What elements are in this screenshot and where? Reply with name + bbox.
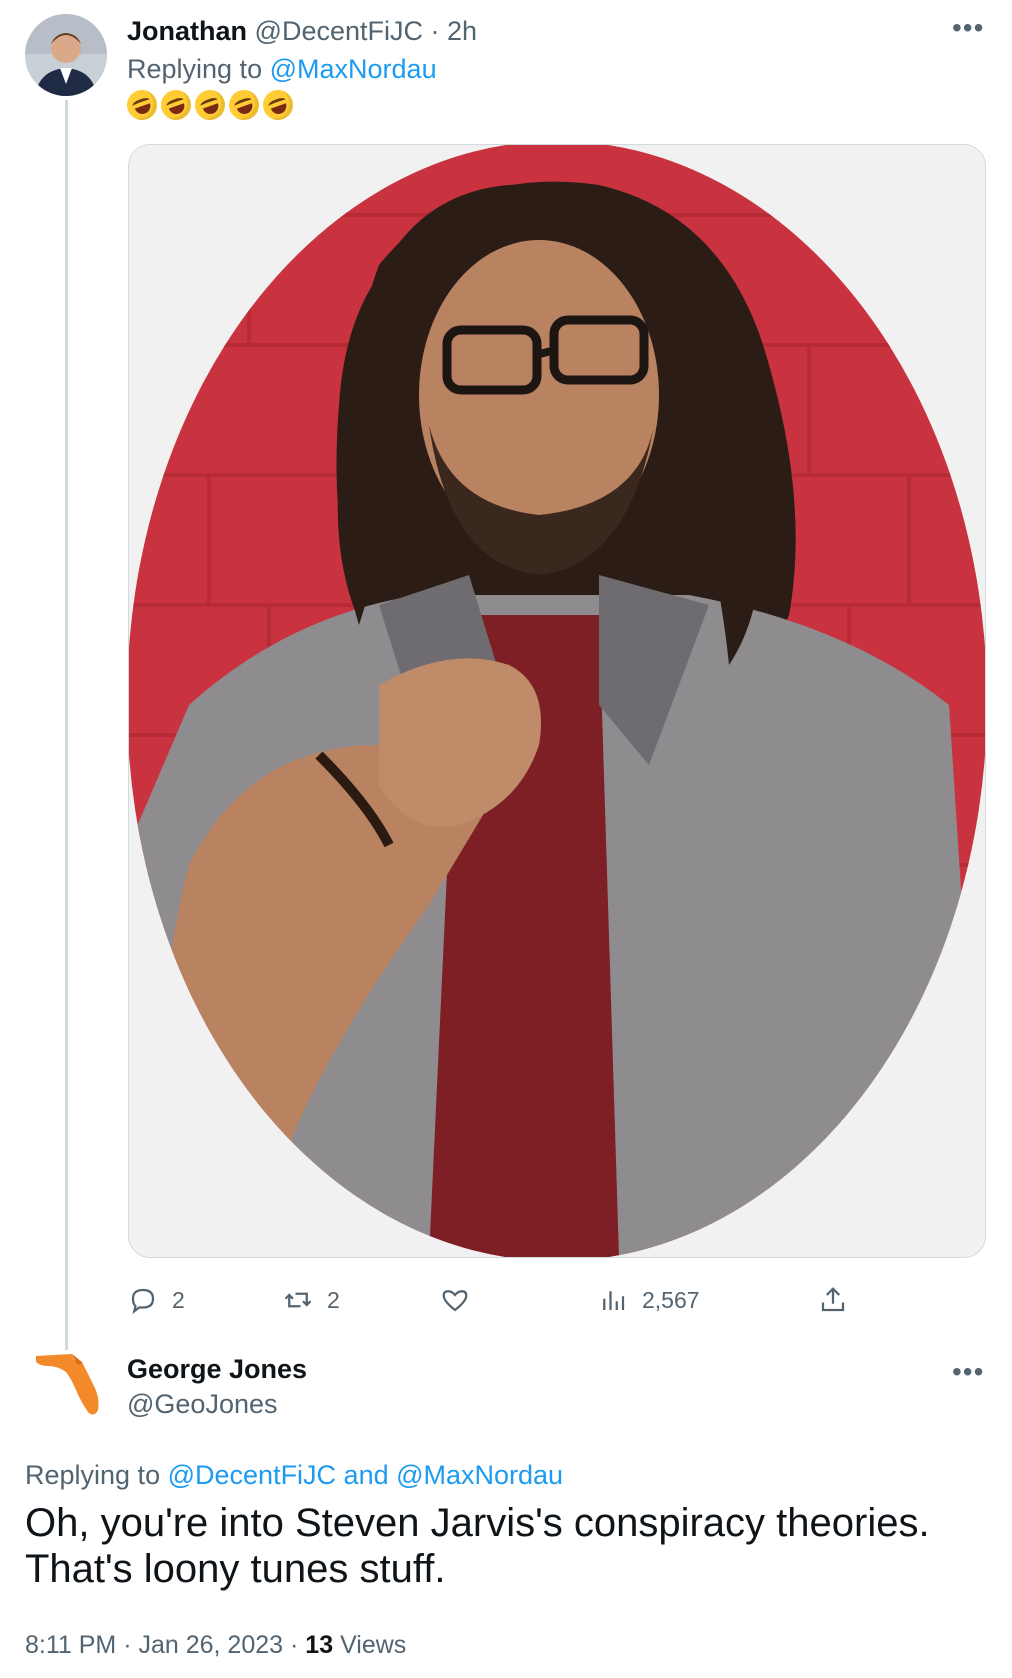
tweet-text: Oh, you're into Steven Jarvis's conspira… xyxy=(25,1501,930,1591)
share-icon xyxy=(821,1287,845,1312)
reply-count: 2 xyxy=(172,1286,185,1313)
replying-to: Replying to @DecentFiJC and @MaxNordau xyxy=(25,1458,563,1492)
views-count: 13 xyxy=(305,1631,334,1659)
rofl-emoji-icon xyxy=(122,85,162,125)
tweet-date[interactable]: Jan 26, 2023 xyxy=(138,1631,283,1659)
more-icon[interactable]: ••• xyxy=(952,14,984,42)
display-name[interactable]: Jonathan xyxy=(127,16,247,46)
tweet-meta: 8:11 PM · Jan 26, 2023 · 13 Views xyxy=(25,1628,406,1662)
handle[interactable]: @GeoJones xyxy=(127,1387,278,1421)
separator: · xyxy=(123,1631,132,1659)
views-icon xyxy=(603,1291,625,1310)
rofl-emoji-icon xyxy=(190,85,230,125)
replying-prefix: Replying to xyxy=(25,1460,161,1490)
florida-map-icon xyxy=(36,1354,99,1415)
separator: · xyxy=(290,1631,299,1659)
avatar[interactable] xyxy=(25,14,107,96)
tweet-time[interactable]: 8:11 PM xyxy=(25,1631,116,1659)
more-icon[interactable]: ••• xyxy=(952,1358,984,1386)
rofl-emoji-icon xyxy=(224,85,264,125)
tweet-text xyxy=(122,85,298,125)
display-name[interactable]: George Jones xyxy=(127,1352,307,1386)
like-icon xyxy=(442,1290,468,1312)
share-action[interactable] xyxy=(818,1280,848,1320)
replying-to-link[interactable]: @MaxNordau xyxy=(270,54,437,84)
retweet-icon xyxy=(284,1292,312,1308)
tweet-actions: 2 2 2,567 xyxy=(128,1280,848,1320)
handle[interactable]: @DecentFiJC xyxy=(255,16,423,46)
retweet-count: 2 xyxy=(327,1286,340,1313)
replying-to: Replying to @MaxNordau xyxy=(127,52,437,86)
separator: · xyxy=(430,16,440,46)
reply-action[interactable]: 2 xyxy=(128,1280,185,1320)
rofl-emoji-icon xyxy=(258,85,298,125)
views-count: 2,567 xyxy=(642,1286,700,1313)
like-action[interactable] xyxy=(440,1280,484,1320)
reply-icon xyxy=(131,1288,155,1315)
photo-illustration xyxy=(129,145,985,1257)
views-label: Views xyxy=(340,1631,407,1659)
tweet-header: Jonathan @DecentFiJC · 2h xyxy=(127,14,477,48)
replying-prefix: Replying to xyxy=(127,54,263,84)
retweet-action[interactable]: 2 xyxy=(283,1280,340,1320)
timestamp[interactable]: 2h xyxy=(447,16,477,46)
tweet-image[interactable] xyxy=(128,144,986,1258)
views-action[interactable]: 2,567 xyxy=(598,1280,700,1320)
replying-to-link[interactable]: @DecentFiJC and @MaxNordau xyxy=(168,1460,563,1490)
thread-line xyxy=(65,100,68,1350)
rofl-emoji-icon xyxy=(156,85,196,125)
avatar[interactable] xyxy=(28,1340,110,1422)
